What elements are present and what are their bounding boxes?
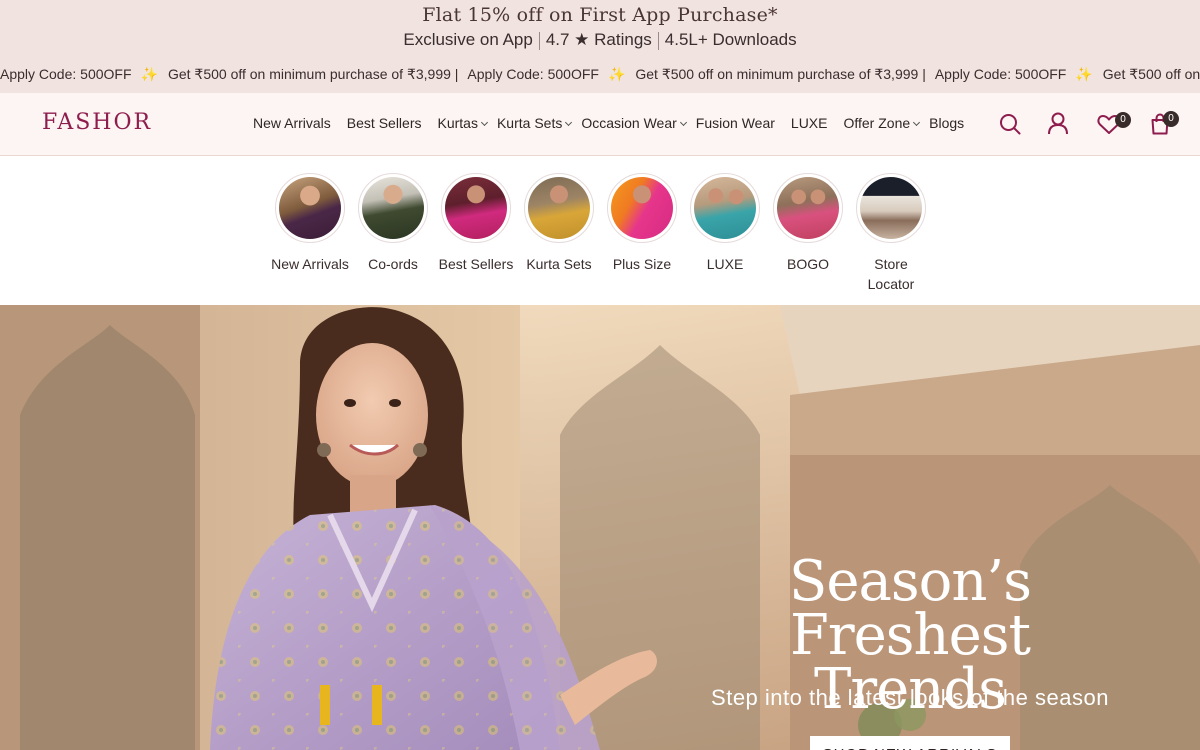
wishlist-count-badge: 0 [1115,112,1131,128]
offer-ticker: Apply Code: 500OFF ✨ Get ₹500 off on minim… [0,66,1200,86]
category-thumb-frame [856,173,926,243]
category-label: BOGO [786,256,829,272]
category-thumb [279,177,341,239]
category-thumb [611,177,673,239]
category-new-arrivals[interactable]: New Arrivals [268,173,352,274]
category-strip: New Arrivals Co-ords Best Sellers Kurta … [0,157,1200,305]
chevron-down-icon [480,118,489,127]
promo-title[interactable]: Flat 15% off on First App Purchase* [0,4,1200,26]
category-thumb-frame [607,173,677,243]
category-store-locator[interactable]: Store Locator [849,173,933,294]
category-thumb [528,177,590,239]
nav-occasion-wear-label: Occasion Wear [581,115,677,131]
ticker-code: Apply Code: 500OFF [467,66,599,82]
brand-logo[interactable]: FASHOR [42,110,152,135]
nav-kurta-sets-label: Kurta Sets [496,115,563,131]
chevron-down-icon [565,118,573,127]
category-thumb-frame [358,173,428,243]
chevron-down-icon [679,118,687,127]
category-label: Best Sellers [438,256,514,272]
category-thumb-frame [773,173,843,243]
nav-best-sellers[interactable]: Best Sellers [347,115,422,131]
sparkle-icon: ✨ [607,66,626,82]
category-best-sellers[interactable]: Best Sellers [434,173,518,274]
category-thumb-frame [690,173,760,243]
category-thumb-frame [441,173,511,243]
divider [657,31,659,50]
promo-bar: Flat 15% off on First App Purchase* Excl… [0,0,1200,93]
hero-banner[interactable]: Season’s Freshest Trends Step into the l… [0,305,1200,750]
hero-subtitle: Step into the latest looks of the season [711,685,1109,710]
nav-fusion-wear[interactable]: Fusion Wear [696,115,775,131]
category-thumb [445,177,507,239]
nav-offer-zone[interactable]: Offer Zone [843,115,925,131]
ticker-code: Apply Code: 500OFF [0,66,132,82]
shop-new-arrivals-button[interactable]: SHOP NEW ARRIVALS [810,736,1010,750]
promo-downloads: 4.5L+ Downloads [664,30,797,49]
nav-luxe[interactable]: LUXE [791,115,828,131]
store-thumb [860,177,922,239]
category-plus-size[interactable]: Plus Size [600,173,684,274]
chevron-down-icon [913,118,921,127]
category-bogo[interactable]: BOGO [766,173,850,274]
sparkle-icon: ✨ [140,66,158,82]
category-co-ords[interactable]: Co-ords [351,173,435,274]
promo-subline[interactable]: Exclusive on App 4.7 ★ Ratings 4.5L+ Downl… [0,30,1200,50]
ticker-offer: Get ₹500 off on minimum purchase of ₹3,9… [1102,66,1200,82]
category-thumb-frame [275,173,345,243]
ticker-code: Apply Code: 500OFF [934,66,1067,82]
category-label: Co-ords [368,256,418,272]
ticker-offer: Get ₹500 off on minimum purchase of ₹3,9… [635,66,926,82]
account-icon[interactable] [1047,112,1069,135]
hero-title-line1: Season’s [789,549,1032,614]
site-header: FASHOR New Arrivals Best Sellers Kurtas … [0,93,1200,156]
category-label: LUXE [706,256,744,272]
promo-ratings: 4.7 ★ Ratings [545,30,652,49]
cart-count-badge: 0 [1163,111,1179,127]
nav-occasion-wear[interactable]: Occasion Wear [581,115,691,131]
category-kurta-sets[interactable]: Kurta Sets [517,173,601,274]
nav-new-arrivals[interactable]: New Arrivals [253,115,331,131]
nav-kurta-sets[interactable]: Kurta Sets [497,115,577,131]
category-thumb [777,177,839,239]
nav-kurtas-label: Kurtas [437,115,478,131]
category-luxe[interactable]: LUXE [683,173,767,274]
category-thumb [362,177,424,239]
divider [538,31,540,50]
category-label: New Arrivals [271,256,349,272]
main-nav: New Arrivals Best Sellers Kurtas Kurta S… [253,115,980,131]
nav-kurtas[interactable]: Kurtas [438,115,493,131]
nav-offer-zone-label: Offer Zone [843,115,911,131]
promo-exclusive: Exclusive on App [403,30,533,49]
category-label: Kurta Sets [526,256,592,272]
category-thumb-frame [524,173,594,243]
nav-blogs[interactable]: Blogs [929,115,964,131]
search-icon[interactable] [999,113,1021,135]
category-thumb [694,177,756,239]
ticker-offer: Get ₹500 off on minimum purchase of ₹3,9… [167,66,459,82]
category-label: Plus Size [612,256,672,272]
category-label: Store Locator [867,256,915,292]
sparkle-icon: ✨ [1075,66,1093,82]
